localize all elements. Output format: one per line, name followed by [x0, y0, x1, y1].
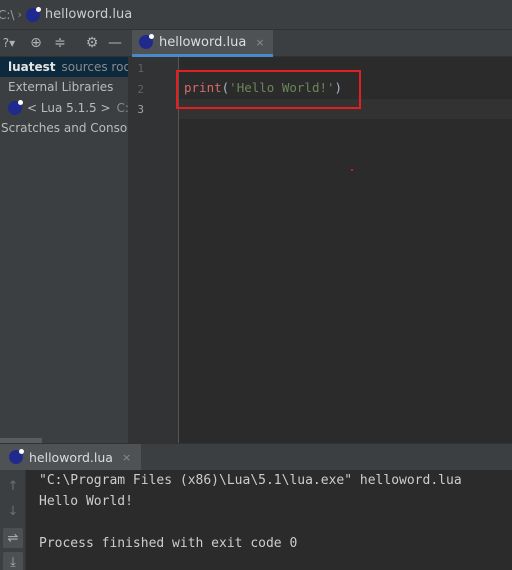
tree-item-label: luatest — [8, 60, 56, 74]
run-side-toolbar: ↑ ↓ ⇌ ⤓ — [0, 470, 26, 570]
breadcrumb-file[interactable]: helloword.lua — [45, 7, 132, 22]
run-panel-header: helloword.lua × — [0, 443, 512, 470]
lua-file-icon — [25, 6, 41, 22]
tree-item-external-libraries[interactable]: External Libraries — [0, 77, 128, 97]
tree-item-label: Scratches and Consoles — [1, 121, 128, 135]
code-editor[interactable]: print('Hello World!') — [179, 57, 512, 443]
project-tree: luatest sources root External Libraries … — [0, 57, 128, 443]
highlight-box — [176, 70, 361, 109]
editor-gutter: 1 2 3 — [128, 57, 179, 443]
collapse-all-icon[interactable]: ≑ — [49, 35, 71, 51]
tree-item-scratches[interactable]: Scratches and Consoles — [0, 118, 128, 138]
line-number: 1 — [137, 62, 144, 75]
gear-icon[interactable]: ⚙ — [81, 35, 103, 51]
lua-file-icon — [139, 34, 154, 49]
tree-item-luatest[interactable]: luatest sources root — [0, 57, 128, 77]
tree-item-label: < Lua 5.1.5 > — [27, 101, 111, 115]
breadcrumb-path[interactable]: C:\ — [0, 8, 14, 22]
tree-item-hint: sources root — [61, 60, 128, 74]
locate-crosshair-icon[interactable]: ⊕ — [25, 35, 47, 51]
close-icon[interactable]: × — [122, 451, 131, 464]
caret-question-icon[interactable]: ?▾ — [0, 36, 19, 50]
editor-tab-bar: helloword.lua × — [128, 30, 512, 57]
console-line: Process finished with exit code 0 — [39, 536, 298, 551]
run-tab-label: helloword.lua — [29, 449, 113, 465]
down-arrow-icon[interactable]: ↓ — [3, 501, 23, 521]
run-tab[interactable]: helloword.lua × — [0, 444, 141, 470]
soft-wrap-icon[interactable]: ⇌ — [3, 528, 23, 548]
navigation-bar: C:\ › helloword.lua — [0, 0, 512, 30]
up-arrow-icon[interactable]: ↑ — [3, 476, 23, 496]
editor-tab-label: helloword.lua — [159, 34, 247, 50]
console-output[interactable]: "C:\Program Files (x86)\Lua\5.1\lua.exe"… — [27, 470, 512, 570]
red-dot-mark — [351, 169, 353, 171]
tree-item-hint: C:\ — [116, 101, 128, 115]
lua-file-icon — [9, 449, 24, 464]
hide-minus-icon[interactable]: — — [106, 35, 124, 51]
console-line: Hello World! — [39, 494, 133, 509]
line-number: 2 — [137, 83, 144, 96]
close-icon[interactable]: × — [255, 36, 264, 49]
lua-sdk-icon — [8, 100, 23, 115]
breadcrumb-separator-icon: › — [17, 8, 22, 21]
project-toolbar: ?▾ ⊕ ≑ ⚙ — — [0, 30, 128, 57]
console-line: "C:\Program Files (x86)\Lua\5.1\lua.exe"… — [39, 473, 462, 488]
scroll-to-end-icon[interactable]: ⤓ — [3, 552, 23, 570]
tree-item-lua-sdk[interactable]: < Lua 5.1.5 > C:\ — [0, 98, 128, 118]
tree-item-label: External Libraries — [8, 80, 114, 94]
line-number: 3 — [137, 103, 144, 116]
editor-tab[interactable]: helloword.lua × — [132, 30, 273, 57]
